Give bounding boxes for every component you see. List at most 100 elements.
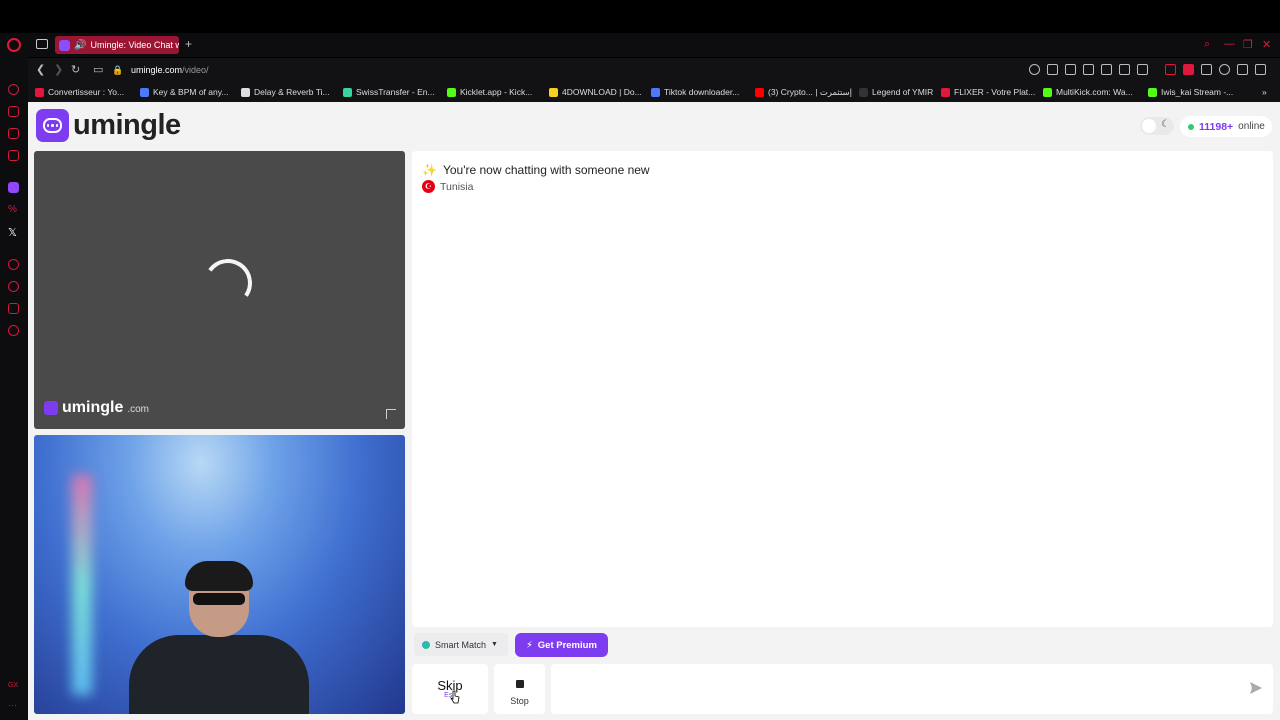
bookmark-label: Convertisseur : Yo... (48, 87, 125, 97)
bookmark-label: SwissTransfer - En... (356, 87, 435, 97)
message-input[interactable] (551, 664, 1273, 714)
smart-match-dropdown[interactable]: Smart Match ▼ (414, 633, 508, 656)
sidebar-percent-icon[interactable]: % (8, 204, 19, 215)
watermark-domain: .com (127, 404, 150, 415)
sidebar-mail-icon[interactable] (8, 150, 19, 161)
online-count: 11198+ (1199, 120, 1234, 133)
report-flag-icon[interactable] (386, 409, 396, 419)
tab-umingle[interactable]: 🔊 Umingle: Video Chat wi (55, 36, 179, 54)
forward-icon[interactable]: ❯ (54, 63, 63, 76)
extension-icon[interactable] (1165, 64, 1176, 75)
chat-status-text: You're now chatting with someone new (442, 163, 650, 177)
heart-icon[interactable] (1137, 64, 1148, 75)
bookmark-favicon-icon (651, 87, 660, 97)
online-label: online (1238, 121, 1265, 132)
mouse-pointer-icon (450, 690, 460, 704)
bookmark-label: Legend of YMIR (872, 87, 934, 97)
bookmark-item[interactable]: Legend of YMIR (859, 87, 933, 97)
bookmark-item[interactable]: 4DOWNLOAD | Do... (549, 87, 642, 97)
partner-location: ☪ Tunisia (422, 180, 473, 193)
bookmark-favicon-icon (859, 87, 868, 97)
bookmark-label: FLIXER - Votre Plat... (954, 87, 1036, 97)
menu-icon[interactable] (1255, 64, 1266, 75)
sidebar-shield-icon[interactable] (8, 106, 19, 117)
bookmark-item[interactable]: FLIXER - Votre Plat... (941, 87, 1035, 97)
umingle-favicon-icon (59, 39, 70, 51)
zoom-icon[interactable] (1029, 64, 1040, 75)
watermark-logo-icon (44, 401, 58, 415)
screenshot-icon[interactable] (1065, 64, 1076, 75)
get-premium-button[interactable]: ⚡ Get Premium (515, 633, 608, 657)
sidebar-messenger-icon[interactable] (8, 128, 19, 139)
self-camera-video (34, 435, 405, 714)
dark-mode-toggle[interactable]: ☾ (1140, 117, 1174, 135)
moon-icon: ☾ (1161, 119, 1170, 130)
stop-button[interactable]: Stop (494, 664, 545, 714)
sidebar-player-icon[interactable] (8, 259, 19, 270)
chat-status: ✨ You're now chatting with someone new (422, 163, 650, 177)
remote-video: umingle .com (34, 151, 405, 429)
reload-icon[interactable]: ↻ (71, 63, 80, 76)
bookmark-favicon-icon (1043, 87, 1052, 97)
tab-overview-icon[interactable] (36, 39, 48, 49)
bookmark-item[interactable]: Key & BPM of any... (140, 87, 228, 97)
bookmark-label: Kicklet.app - Kick... (460, 87, 533, 97)
sidebar-history-icon[interactable] (8, 84, 19, 95)
minimize-icon[interactable]: — (1224, 38, 1235, 50)
partner-country: Tunisia (440, 180, 474, 193)
adblock-icon[interactable] (1083, 64, 1094, 75)
bookmark-item[interactable]: Delay & Reverb Ti... (241, 87, 330, 97)
smart-match-label: Smart Match (435, 639, 487, 650)
back-icon[interactable]: ❮ (36, 63, 45, 76)
close-window-icon[interactable]: ✕ (1262, 38, 1271, 51)
bookmark-label: Key & BPM of any... (153, 87, 229, 97)
bookmark-label: Iwis_kai Stream -... (1161, 87, 1234, 97)
user-on-camera (129, 561, 309, 714)
speaker-icon[interactable]: 🔊 (74, 40, 86, 51)
ublock-icon[interactable] (1183, 64, 1194, 75)
get-premium-label: Get Premium (537, 639, 597, 651)
bookmarks-overflow-icon[interactable]: » (1262, 87, 1267, 97)
skip-button[interactable]: Skip Esc (412, 664, 488, 714)
logo-text: umingle (73, 109, 181, 141)
screen-top-bar (0, 0, 1280, 33)
sidebar-twitch-icon[interactable] (8, 182, 19, 193)
bookmark-item[interactable]: Tiktok downloader... (651, 87, 739, 97)
bookmark-favicon-icon (941, 87, 950, 97)
download-icon[interactable] (1237, 64, 1248, 75)
loading-spinner (200, 255, 256, 311)
new-tab-button[interactable]: + (185, 37, 192, 51)
bookmark-item[interactable]: Iwis_kai Stream -... (1148, 87, 1233, 97)
sidebar-pin-icon[interactable] (8, 303, 19, 314)
profile-icon[interactable] (1219, 64, 1230, 75)
sidebar-settings-icon[interactable] (8, 325, 19, 336)
sidebar-gx-icon[interactable]: GX (8, 682, 19, 693)
opera-logo-icon[interactable] (7, 38, 21, 52)
sidebar-clock-icon[interactable] (8, 281, 19, 292)
restore-icon[interactable]: ❐ (1243, 38, 1253, 51)
sidebar-x-icon[interactable]: 𝕏 (8, 226, 19, 239)
bookmark-item[interactable]: MultiKick.com: Wa... (1043, 87, 1133, 97)
bookmark-label: Tiktok downloader... (664, 87, 740, 97)
extensions-puzzle-icon[interactable] (1201, 64, 1212, 75)
play-icon[interactable] (1119, 64, 1130, 75)
bookmark-favicon-icon (1148, 87, 1157, 97)
video-watermark: umingle .com (44, 399, 149, 417)
bookmark-item[interactable]: Kicklet.app - Kick... (447, 87, 532, 97)
sidebar-more-icon[interactable]: ··· (8, 700, 19, 711)
umingle-logo[interactable]: umingle (36, 109, 181, 142)
bookmark-item[interactable]: SwissTransfer - En... (343, 87, 435, 97)
url-field[interactable]: umingle.com/video/ (131, 65, 209, 75)
camera-icon[interactable]: ▭ (93, 63, 103, 76)
bookmark-item[interactable]: (3) Crypto... | إستثمرت (755, 87, 852, 98)
url-host: umingle.com (131, 65, 183, 75)
send-icon[interactable] (1249, 681, 1263, 695)
bookmark-page-icon[interactable] (1047, 64, 1058, 75)
lock-icon[interactable]: 🔒 (112, 65, 123, 76)
online-counter: 11198+ online (1180, 116, 1272, 137)
translate-icon[interactable] (1101, 64, 1112, 75)
bookmark-favicon-icon (241, 87, 250, 97)
search-tabs-icon[interactable]: ⌕ (1204, 38, 1210, 51)
stop-square-icon (515, 680, 524, 688)
bookmark-item[interactable]: Convertisseur : Yo... (35, 87, 124, 97)
